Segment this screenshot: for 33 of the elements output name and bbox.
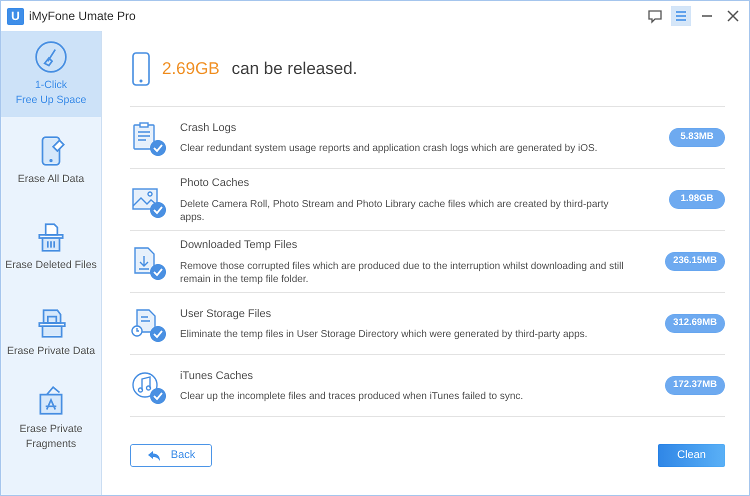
item-title: Photo Caches [180, 176, 250, 192]
back-arrow-icon [146, 450, 161, 462]
item-title: iTunes Caches [180, 368, 254, 384]
size-badge: 5.83MB [669, 128, 725, 147]
item-title: User Storage Files [180, 306, 272, 322]
item-description: Eliminate the temp files in User Storage Directory which were generated by third-party apps. [180, 328, 588, 342]
checkmark-icon[interactable] [150, 326, 166, 342]
summary-size: 2.69GB [162, 58, 220, 80]
summary-text: can be released. [232, 58, 358, 80]
back-button[interactable]: Back [130, 444, 212, 467]
sidebar-item[interactable]: Erase Private Data [1, 289, 101, 375]
sidebar-item[interactable]: Erase All Data [1, 117, 101, 203]
item-description: Clear up the incomplete files and traces produced when iTunes failed to sync. [180, 390, 524, 404]
size-badge: 1.98GB [669, 190, 725, 209]
checkmark-icon[interactable] [150, 202, 166, 218]
item-title: Crash Logs [180, 120, 238, 136]
sidebar-item[interactable]: Erase Deleted Files [1, 203, 101, 289]
sidebar-item[interactable]: Erase Private Fragments [1, 375, 101, 461]
size-badge: 312.69MB [665, 314, 725, 333]
checkmark-icon[interactable] [150, 388, 166, 404]
size-badge: 236.15MB [665, 252, 725, 271]
item-description: Remove those corrupted files which are produced due to the interruption whilst downloading and still remain in the temp file folder. [180, 260, 625, 286]
size-badge: 172.37MB [665, 376, 725, 395]
phone-icon [132, 52, 150, 86]
item-title: Downloaded Temp Files [180, 238, 298, 254]
broom-icon [34, 40, 68, 74]
app-logo: U [7, 8, 24, 24]
checkmark-icon[interactable] [150, 264, 166, 280]
window-title: iMyFone Umate Pro [29, 8, 136, 25]
checkmark-icon[interactable] [150, 140, 166, 156]
item-description: Delete Camera Roll, Photo Stream and Photo Library cache files which are created by third-party apps. [180, 198, 610, 224]
item-description: Clear redundant system usage reports and application crash logs which are generated by iOS. [180, 142, 598, 156]
menu-icon[interactable] [671, 6, 691, 26]
